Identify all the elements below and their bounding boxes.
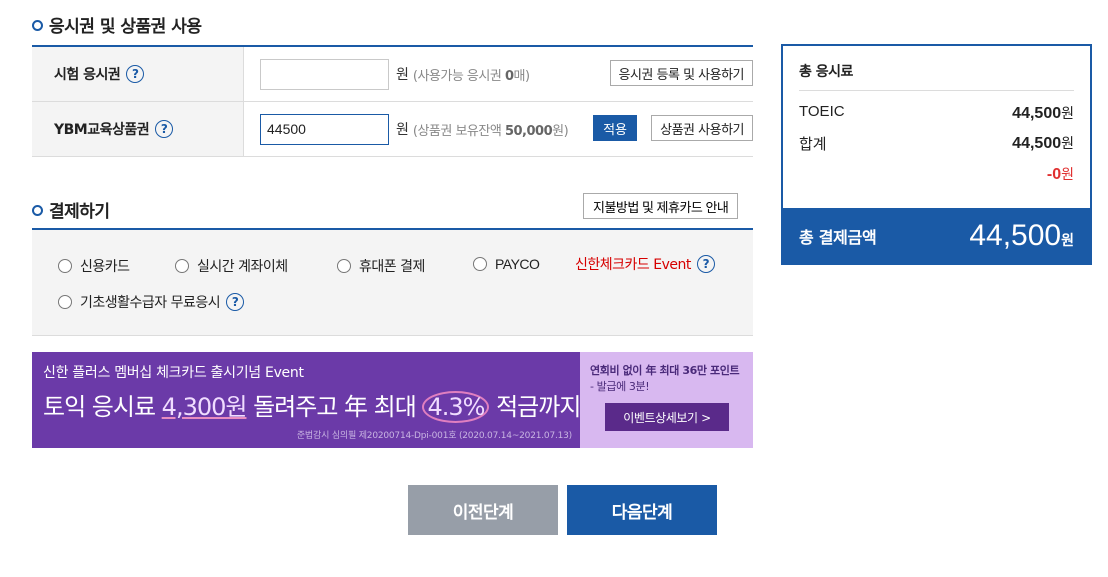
summary-item-amount: 44,500 (1012, 135, 1062, 152)
radio-button[interactable] (473, 257, 487, 271)
banner-side-line-2: - 발급에 3분! (590, 380, 650, 393)
banner-amount: 4,300원 (161, 393, 248, 421)
total-value: 44,500원 (969, 219, 1074, 253)
summary-discount: -0원 (1047, 164, 1074, 184)
payment-section-title: 결제하기 (32, 197, 110, 222)
summary-discount-unit: 원 (1061, 167, 1074, 183)
exam-voucher-input-cell: 원 (사용가능 응시권 0매) 응시권 등록 및 사용하기 (244, 47, 753, 101)
circle-bullet-icon (32, 205, 43, 216)
payment-option-label: 신용카드 (80, 259, 130, 275)
exam-voucher-note-prefix: (사용가능 응시권 (412, 68, 505, 84)
total-amount: 44,500 (969, 218, 1062, 252)
banner-rate: 4.3% (422, 391, 490, 423)
payment-guide-button[interactable]: 지불방법 및 제휴카드 안내 (583, 193, 739, 219)
banner-headline-mid: 돌려주고 年 최대 (246, 393, 423, 421)
payment-methods-box: 신용카드 실시간 계좌이체 휴대폰 결제 PAYCO 신한체크카드 Event … (32, 228, 753, 336)
voucher-table: 시험 응시권 ? 원 (사용가능 응시권 0매) 응시권 등록 및 사용하기 Y… (32, 45, 753, 157)
payment-option-label: PAYCO (495, 256, 540, 272)
summary-divider (799, 90, 1074, 91)
banner-side-line-1: 연회비 없이 年 최대 36만 포인트 (590, 364, 740, 377)
prev-step-button[interactable]: 이전단계 (408, 485, 558, 535)
fee-summary-panel: 총 응시료 TOEIC 44,500원 합계 44,500원 -0원 총 결제금… (781, 44, 1092, 265)
exam-voucher-row: 시험 응시권 ? 원 (사용가능 응시권 0매) 응시권 등록 및 사용하기 (32, 47, 753, 102)
event-detail-button[interactable]: 이벤트상세보기 > (605, 403, 729, 431)
help-icon[interactable]: ? (696, 255, 715, 273)
banner-fine-print: 준법감시 심의필 제20200714-Dpi-001호 (2020.07.14~… (296, 431, 572, 441)
event-label: 신한체크카드 Event (575, 257, 691, 273)
summary-item-label: TOEIC (799, 103, 845, 120)
summary-item-toeic: TOEIC 44,500원 (799, 103, 1074, 123)
summary-item-subtotal: 합계 44,500원 (799, 133, 1074, 154)
next-step-button[interactable]: 다음단계 (567, 485, 717, 535)
shinhan-check-card-event[interactable]: 신한체크카드 Event ? (575, 254, 715, 274)
banner-main-panel: 신한 플러스 멤버십 체크카드 출시기념 Event 토익 응시료 4,300원… (32, 352, 580, 448)
use-gift-voucher-button[interactable]: 상품권 사용하기 (651, 115, 753, 141)
help-icon[interactable]: ? (155, 120, 174, 138)
summary-item-unit: 원 (1061, 106, 1074, 122)
payment-option-credit-card[interactable]: 신용카드 (58, 256, 130, 276)
summary-item-value: 44,500원 (1012, 133, 1074, 154)
event-banner[interactable]: 신한 플러스 멤버십 체크카드 출시기념 Event 토익 응시료 4,300원… (32, 352, 753, 448)
gift-voucher-note-suffix: 원) (552, 123, 569, 139)
voucher-section-title: 응시권 및 상품권 사용 (32, 12, 202, 37)
gift-voucher-note: (상품권 보유잔액 50,000원) (412, 120, 569, 139)
payment-option-bank-transfer[interactable]: 실시간 계좌이체 (175, 256, 288, 276)
gift-voucher-input-cell: 원 (상품권 보유잔액 50,000원) 적용 상품권 사용하기 (244, 102, 753, 156)
payment-option-free-exam[interactable]: 기초생활수급자 무료응시 ? (58, 292, 245, 312)
payment-option-mobile[interactable]: 휴대폰 결제 (337, 256, 425, 276)
help-icon[interactable]: ? (226, 293, 245, 311)
radio-button[interactable] (337, 259, 351, 273)
banner-top-line: 신한 플러스 멤버십 체크카드 출시기념 Event (43, 365, 304, 381)
payment-option-label: 휴대폰 결제 (359, 259, 425, 275)
banner-headline-post: 적금까지! (489, 393, 580, 421)
radio-button[interactable] (58, 259, 72, 273)
exam-voucher-unit: 원 (396, 67, 409, 83)
summary-total-bar: 총 결제금액 44,500원 (783, 208, 1090, 263)
banner-headline: 토익 응시료 4,300원 돌려주고 年 최대 4.3% 적금까지! (43, 387, 580, 423)
gift-voucher-unit: 원 (396, 122, 409, 138)
exam-voucher-note: (사용가능 응시권 0매) (413, 65, 530, 84)
total-label: 총 결제금액 (799, 227, 877, 247)
exam-voucher-input[interactable] (260, 58, 389, 90)
summary-item-unit: 원 (1061, 136, 1074, 152)
radio-button[interactable] (58, 295, 72, 309)
gift-voucher-label: YBM교육상품권 (54, 122, 150, 138)
help-icon[interactable]: ? (126, 65, 145, 83)
exam-voucher-note-suffix: 매) (513, 68, 531, 84)
gift-voucher-balance: 50,000 (504, 123, 553, 139)
summary-item-value: 44,500원 (1012, 103, 1074, 123)
summary-item-amount: 44,500 (1012, 105, 1062, 122)
summary-discount-amount: -0 (1046, 166, 1062, 183)
circle-bullet-icon (32, 20, 43, 31)
summary-item-label: 합계 (799, 135, 827, 153)
apply-button[interactable]: 적용 (593, 115, 637, 141)
radio-button[interactable] (175, 259, 189, 273)
payment-section-title-text: 결제하기 (49, 202, 110, 222)
gift-voucher-input[interactable] (260, 113, 389, 145)
summary-title: 총 응시료 (799, 64, 853, 80)
payment-option-payco[interactable]: PAYCO (473, 256, 540, 272)
payment-option-label: 실시간 계좌이체 (197, 259, 288, 275)
exam-voucher-label-cell: 시험 응시권 ? (32, 47, 244, 101)
payment-option-label: 기초생활수급자 무료응시 (80, 295, 221, 311)
banner-headline-pre: 토익 응시료 (43, 393, 162, 421)
banner-side-panel: 연회비 없이 年 최대 36만 포인트 - 발급에 3분! 이벤트상세보기 > (580, 352, 753, 448)
exam-voucher-label: 시험 응시권 (54, 67, 121, 83)
gift-voucher-label-cell: YBM교육상품권 ? (32, 102, 244, 156)
voucher-section-title-text: 응시권 및 상품권 사용 (49, 17, 202, 37)
total-unit: 원 (1061, 232, 1074, 249)
gift-voucher-row: YBM교육상품권 ? 원 (상품권 보유잔액 50,000원) 적용 상품권 사… (32, 102, 753, 157)
exam-voucher-count: 0 (504, 68, 514, 84)
gift-voucher-note-prefix: (상품권 보유잔액 (412, 123, 505, 139)
register-voucher-button[interactable]: 응시권 등록 및 사용하기 (609, 60, 753, 86)
